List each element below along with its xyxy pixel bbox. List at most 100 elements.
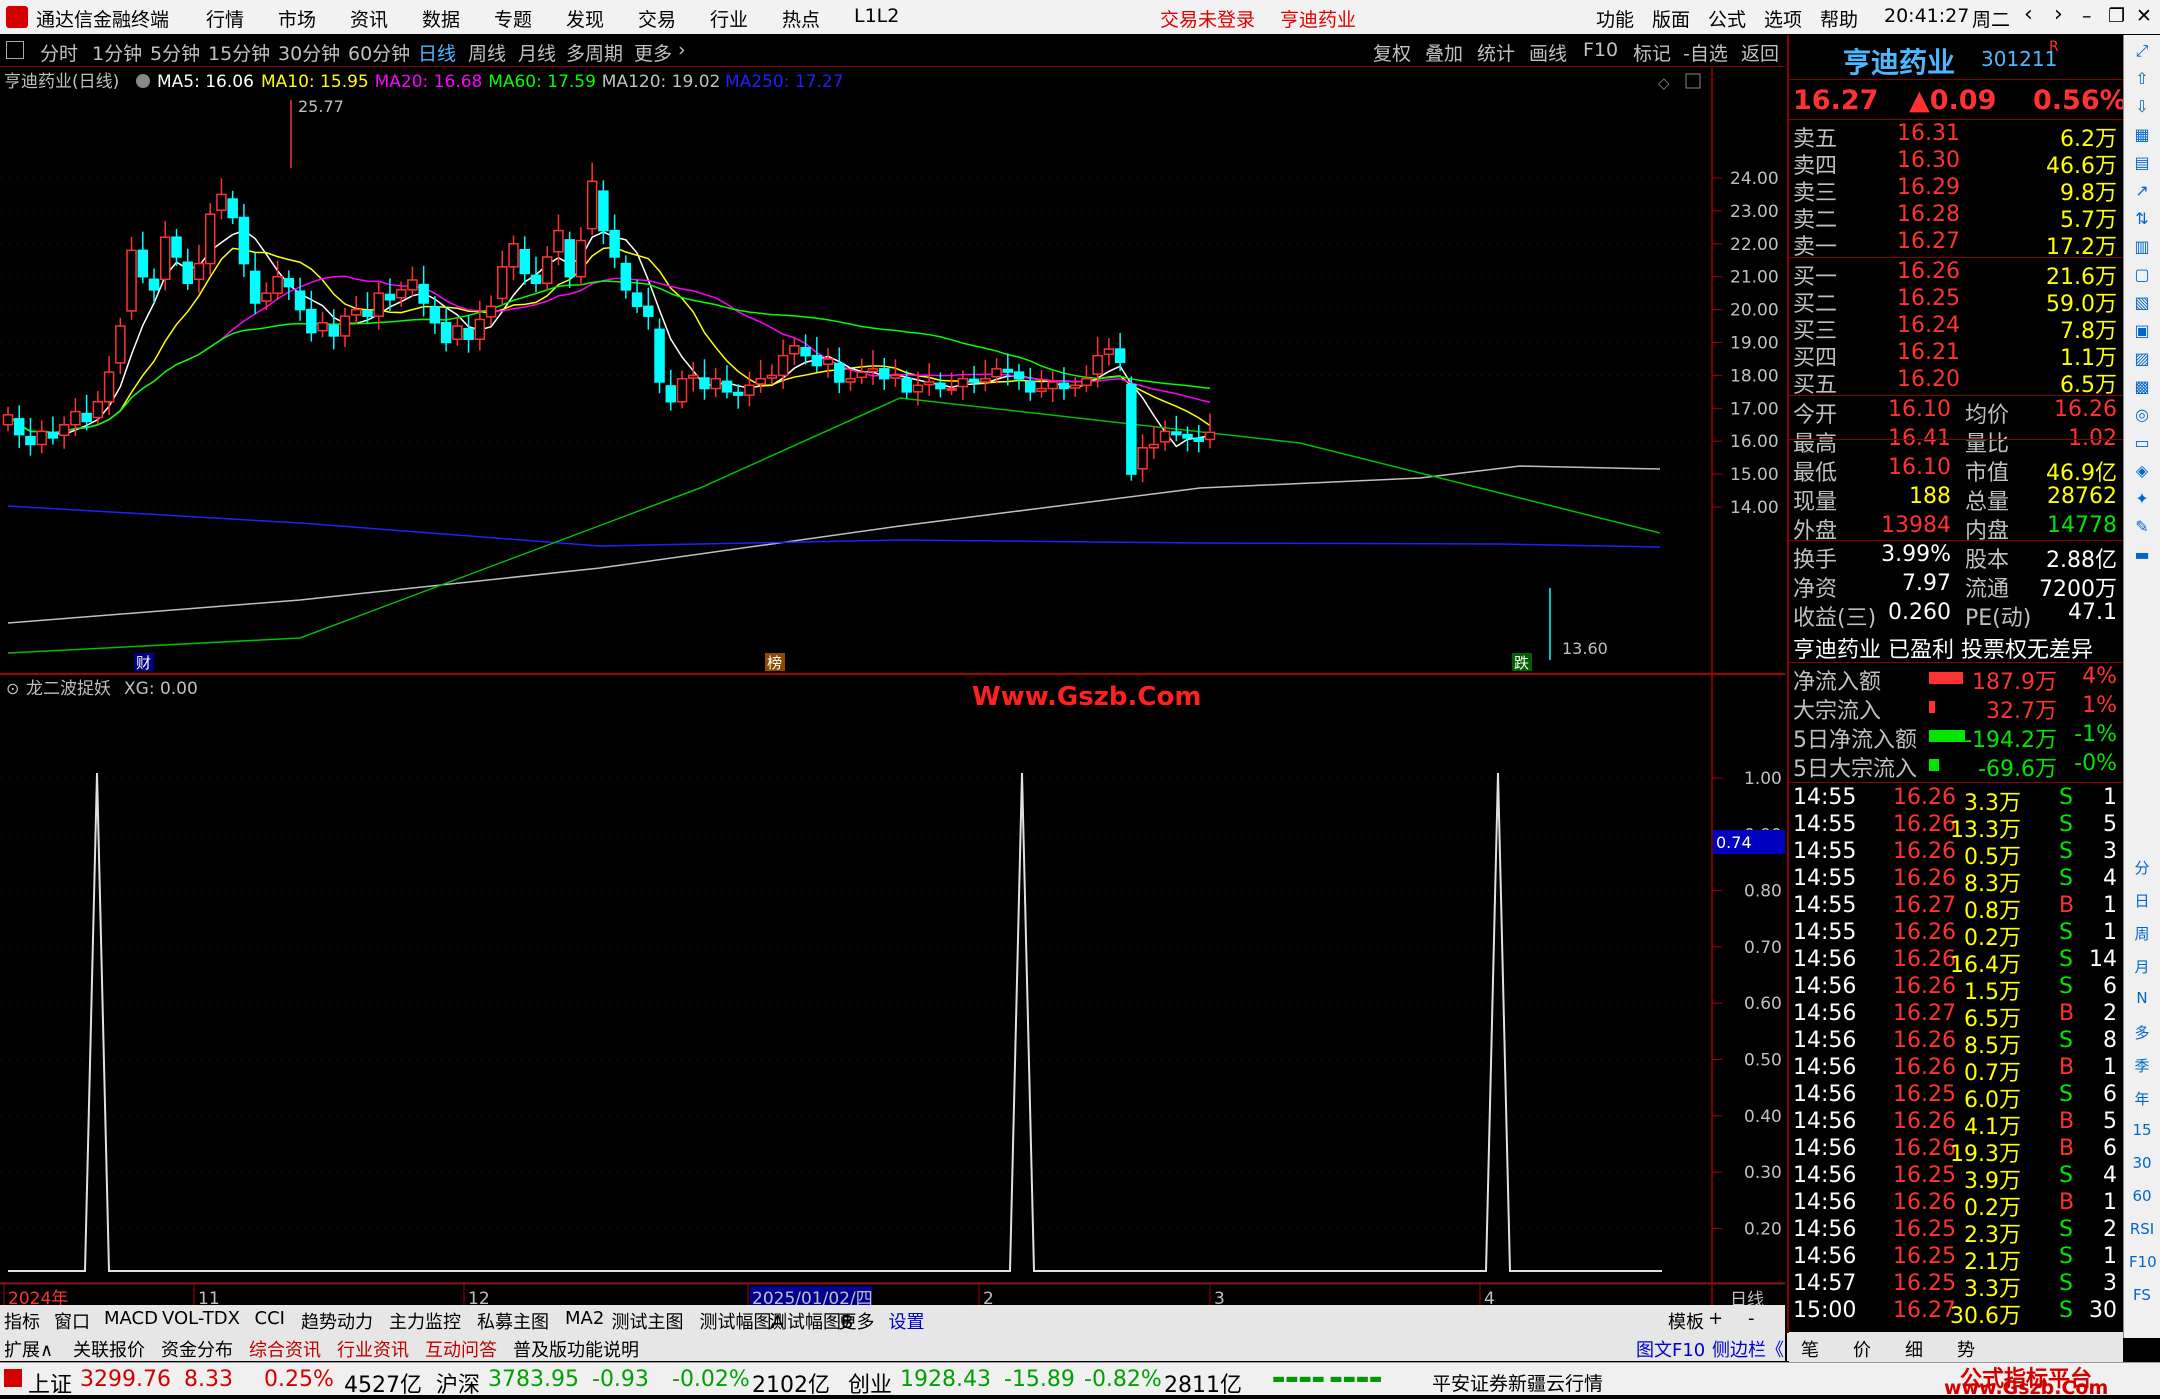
indicator-tab-9[interactable]: 测试主图	[612, 1308, 684, 1334]
period-daily[interactable]: 日线	[418, 39, 456, 66]
extend-tab-0[interactable]: 扩展∧	[4, 1336, 53, 1362]
menu-item-hangye[interactable]: 行业	[710, 5, 748, 32]
bid-price-2[interactable]: 16.24	[1897, 313, 1960, 338]
side-period-9[interactable]: 30	[2129, 1154, 2155, 1178]
indicator-tab-6[interactable]: 主力监控	[389, 1308, 461, 1334]
menu-item-bangzhu[interactable]: 帮助	[1820, 5, 1858, 32]
bid-price-1[interactable]: 16.25	[1897, 286, 1960, 311]
tool-tongji[interactable]: 统计	[1477, 39, 1515, 66]
menu-item-banmian[interactable]: 版面	[1652, 5, 1690, 32]
period-15min[interactable]: 15分钟	[208, 39, 270, 66]
side-tool-icon-1[interactable]: ⇧	[2129, 69, 2155, 93]
tool-fuquan[interactable]: 复权	[1373, 39, 1411, 66]
menu-item-zhuanti[interactable]: 专题	[494, 5, 532, 32]
f10-link[interactable]: 图文F10	[1636, 1336, 1705, 1362]
tool-huaxian[interactable]: 画线	[1529, 39, 1567, 66]
side-tool-icon-16[interactable]: ✦	[2129, 489, 2155, 513]
menu-item-jiaoyi[interactable]: 交易	[638, 5, 676, 32]
side-period-11[interactable]: RSI	[2129, 1220, 2155, 1244]
period-1min[interactable]: 1分钟	[92, 39, 142, 66]
period-multi[interactable]: 多周期	[566, 39, 623, 66]
ask-price-3[interactable]: 16.28	[1897, 202, 1960, 227]
index-name-2[interactable]: 创业	[848, 1367, 892, 1399]
tool-f10[interactable]: F10	[1583, 39, 1618, 61]
period-more[interactable]: 更多	[634, 39, 672, 66]
side-tool-icon-2[interactable]: ⇩	[2129, 97, 2155, 121]
side-tool-icon-15[interactable]: ◈	[2129, 461, 2155, 485]
side-tool-icon-18[interactable]: ▬	[2129, 545, 2155, 569]
side-tool-icon-7[interactable]: ▥	[2129, 237, 2155, 261]
side-tool-icon-9[interactable]: ▧	[2129, 293, 2155, 317]
indicator-name-icon[interactable]: ⊙	[6, 679, 19, 698]
side-tool-icon-13[interactable]: ◎	[2129, 405, 2155, 429]
side-period-5[interactable]: 多	[2129, 1022, 2155, 1046]
settings-icon[interactable]	[136, 74, 150, 88]
sidebar-toggle[interactable]: 侧边栏《	[1712, 1336, 1784, 1362]
extend-tab-5[interactable]: 互动问答	[425, 1336, 497, 1362]
menu-item-redian[interactable]: 热点	[782, 5, 820, 32]
indicator-tab-4[interactable]: CCI	[255, 1308, 285, 1329]
extend-tab-3[interactable]: 综合资讯	[249, 1336, 321, 1362]
index-name-0[interactable]: 上证	[28, 1367, 72, 1399]
tool-fanhui[interactable]: 返回	[1741, 39, 1779, 66]
side-tool-icon-11[interactable]: ▨	[2129, 349, 2155, 373]
side-tool-icon-5[interactable]: ↗	[2129, 181, 2155, 205]
indicator-tab-13[interactable]: 设置	[889, 1308, 925, 1334]
menu-item-gongshi[interactable]: 公式	[1708, 5, 1746, 32]
period-monthly[interactable]: 月线	[518, 39, 556, 66]
menu-item-gongneng[interactable]: 功能	[1596, 5, 1634, 32]
tool-diejia[interactable]: 叠加	[1425, 39, 1463, 66]
ask-price-2[interactable]: 16.29	[1897, 175, 1960, 200]
diamond-icon[interactable]: ◇	[1658, 74, 1670, 92]
side-tool-icon-10[interactable]: ▣	[2129, 321, 2155, 345]
side-period-7[interactable]: 年	[2129, 1088, 2155, 1112]
side-period-12[interactable]: F10	[2129, 1253, 2157, 1277]
panel-toggle-icon[interactable]	[6, 41, 24, 59]
menu-item-l1l2[interactable]: L1L2	[854, 5, 899, 27]
tool-biaoji[interactable]: 标记	[1633, 39, 1671, 66]
indicator-tab-8[interactable]: MA2	[565, 1308, 604, 1329]
side-tool-icon-0[interactable]: ⤢	[2129, 41, 2155, 65]
side-tool-icon-8[interactable]: ▢	[2129, 265, 2155, 289]
side-tool-icon-4[interactable]: ▤	[2129, 153, 2155, 177]
quote-tab-3[interactable]: 势	[1957, 1336, 1975, 1362]
login-status[interactable]: 交易未登录	[1160, 5, 1255, 32]
ask-price-4[interactable]: 16.27	[1897, 229, 1960, 254]
side-tool-icon-6[interactable]: ⇅	[2129, 209, 2155, 233]
menu-item-zixun[interactable]: 资讯	[350, 5, 388, 32]
side-period-8[interactable]: 15	[2129, 1121, 2155, 1145]
extend-tab-6[interactable]: 普及版功能说明	[513, 1336, 639, 1362]
side-period-13[interactable]: FS	[2129, 1286, 2155, 1310]
side-tool-icon-12[interactable]: ▩	[2129, 377, 2155, 401]
indicator-tab-0[interactable]: 指标	[4, 1308, 40, 1334]
menu-item-faxian[interactable]: 发现	[566, 5, 604, 32]
indicator-tab-2[interactable]: MACD	[104, 1308, 158, 1329]
period-fenshi[interactable]: 分时	[40, 39, 78, 66]
close-icon[interactable]: ✕	[2136, 5, 2152, 27]
quote-tab-2[interactable]: 细	[1905, 1336, 1923, 1362]
ask-price-1[interactable]: 16.30	[1897, 148, 1960, 173]
period-weekly[interactable]: 周线	[468, 39, 506, 66]
extend-tab-4[interactable]: 行业资讯	[337, 1336, 409, 1362]
side-period-4[interactable]: N	[2129, 989, 2155, 1013]
side-period-2[interactable]: 周	[2129, 923, 2155, 947]
kline-chart[interactable]: 亨迪药业(日线) MA5: 16.06 MA10: 15.95 MA20: 16.6…	[0, 68, 1785, 1338]
minimize-icon[interactable]: –	[2082, 5, 2092, 27]
side-period-6[interactable]: 季	[2129, 1055, 2155, 1079]
bid-price-4[interactable]: 16.20	[1897, 367, 1960, 392]
bid-price-0[interactable]: 16.26	[1897, 259, 1960, 284]
indicator-tab-12[interactable]: 更多	[839, 1308, 875, 1334]
template-tool-2[interactable]: -	[1748, 1308, 1755, 1329]
indicator-tab-5[interactable]: 趋势动力	[301, 1308, 373, 1334]
indicator-tab-7[interactable]: 私募主图	[477, 1308, 549, 1334]
period-60min[interactable]: 60分钟	[348, 39, 410, 66]
side-period-10[interactable]: 60	[2129, 1187, 2155, 1211]
side-period-3[interactable]: 月	[2129, 956, 2155, 980]
marker-die[interactable]: 跌	[1514, 654, 1529, 672]
quote-tab-1[interactable]: 价	[1853, 1336, 1871, 1362]
menu-item-xuanxiang[interactable]: 选项	[1764, 5, 1802, 32]
template-tool-0[interactable]: 模板	[1668, 1308, 1704, 1334]
chevron-right-icon[interactable]: ›	[678, 39, 686, 61]
period-30min[interactable]: 30分钟	[278, 39, 340, 66]
side-tool-icon-3[interactable]: ▦	[2129, 125, 2155, 149]
